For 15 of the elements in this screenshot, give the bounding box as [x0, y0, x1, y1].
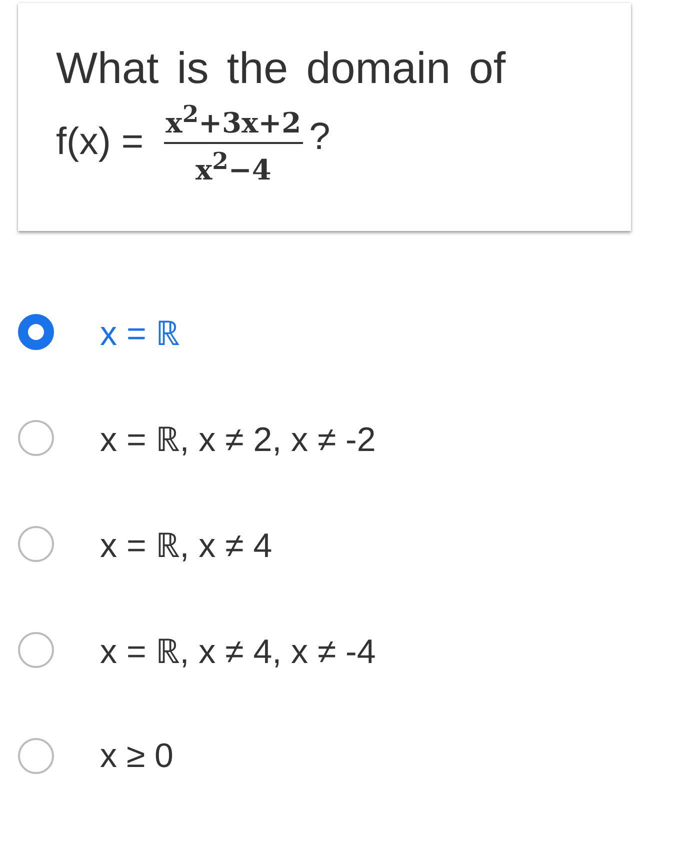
radio-button[interactable]	[18, 632, 54, 668]
denominator: x$^{2}$−4	[195, 146, 272, 188]
function-label: f(x) =	[56, 120, 144, 164]
option-label[interactable]: x ≥ 0	[100, 736, 174, 776]
option-label[interactable]: x = ℝ, x ≠ 4, x ≠ -4	[100, 627, 376, 673]
question-text: What is the domain of	[56, 43, 507, 95]
radio-button[interactable]	[18, 738, 54, 774]
option-label[interactable]: x = ℝ	[100, 309, 180, 355]
radio-button[interactable]	[18, 314, 54, 350]
numerator: x$^{2}$+3x+2	[164, 97, 304, 144]
question-mark: ?	[309, 116, 330, 159]
option-label[interactable]: x = ℝ, x ≠ 4	[100, 521, 272, 567]
radio-button[interactable]	[18, 420, 54, 456]
option-label[interactable]: x = ℝ, x ≠ 2, x ≠ -2	[100, 415, 376, 461]
radio-button[interactable]	[18, 526, 54, 562]
